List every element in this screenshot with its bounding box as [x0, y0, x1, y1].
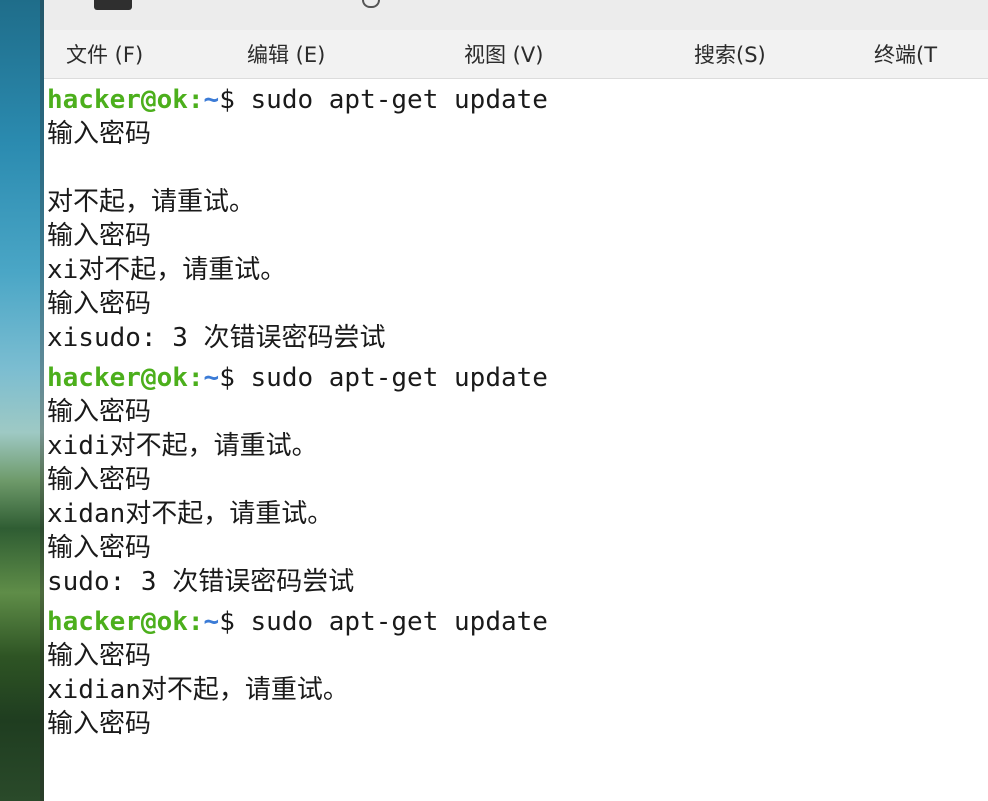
- prompt-line: hacker@ok:~$ sudo apt-get update: [47, 605, 548, 639]
- prompt-sign: $: [219, 363, 251, 393]
- prompt-sign: $: [219, 607, 251, 637]
- menu-file[interactable]: 文件 (F): [66, 39, 143, 69]
- menu-search[interactable]: 搜索(S): [694, 39, 766, 69]
- titlebar-glyph-icon: [362, 0, 380, 8]
- command-text: sudo apt-get update: [250, 85, 548, 115]
- prompt-user-host: hacker@ok: [47, 363, 188, 393]
- prompt-colon: :: [187, 363, 204, 393]
- prompt-path: ~: [203, 363, 220, 393]
- prompt-line: hacker@ok:~$ sudo apt-get update: [47, 83, 548, 117]
- menu-edit[interactable]: 编辑 (E): [247, 39, 325, 69]
- output-line: 对不起，请重试。: [47, 187, 256, 217]
- command-text: sudo apt-get update: [250, 363, 548, 393]
- output-line: xi对不起，请重试。: [47, 255, 287, 285]
- menu-terminal[interactable]: 终端(T: [874, 39, 937, 69]
- prompt-user-host: hacker@ok: [47, 607, 188, 637]
- command-text: sudo apt-get update: [250, 607, 548, 637]
- output-line: xisudo: 3 次错误密码尝试: [47, 323, 386, 353]
- terminal-app-icon: [94, 0, 132, 10]
- output-line: xidian对不起，请重试。: [47, 675, 349, 705]
- prompt-line: hacker@ok:~$ sudo apt-get update: [47, 361, 548, 395]
- desktop-wallpaper: [0, 0, 44, 801]
- window-titlebar[interactable]: [44, 0, 988, 30]
- output-line: 输入密码: [47, 221, 152, 251]
- output-line: 输入密码: [47, 465, 152, 495]
- menu-bar: 文件 (F) 编辑 (E) 视图 (V) 搜索(S) 终端(T: [44, 30, 988, 79]
- output-line: xidi对不起，请重试。: [47, 431, 318, 461]
- prompt-path: ~: [203, 607, 220, 637]
- output-line: 输入密码: [47, 533, 152, 563]
- output-line: xidan对不起，请重试。: [47, 499, 334, 529]
- terminal-output[interactable]: hacker@ok:~$ sudo apt-get update 输入密码 对不…: [44, 79, 988, 801]
- output-line: 输入密码: [47, 289, 152, 319]
- prompt-path: ~: [203, 85, 220, 115]
- output-line: 输入密码: [47, 641, 152, 671]
- output-line: 输入密码: [47, 119, 152, 149]
- output-line: sudo: 3 次错误密码尝试: [47, 567, 355, 597]
- output-line: 输入密码: [47, 709, 152, 739]
- prompt-user-host: hacker@ok: [47, 85, 188, 115]
- prompt-sign: $: [219, 85, 251, 115]
- output-line: 输入密码: [47, 397, 152, 427]
- menu-view[interactable]: 视图 (V): [464, 39, 543, 69]
- prompt-colon: :: [187, 85, 204, 115]
- prompt-colon: :: [187, 607, 204, 637]
